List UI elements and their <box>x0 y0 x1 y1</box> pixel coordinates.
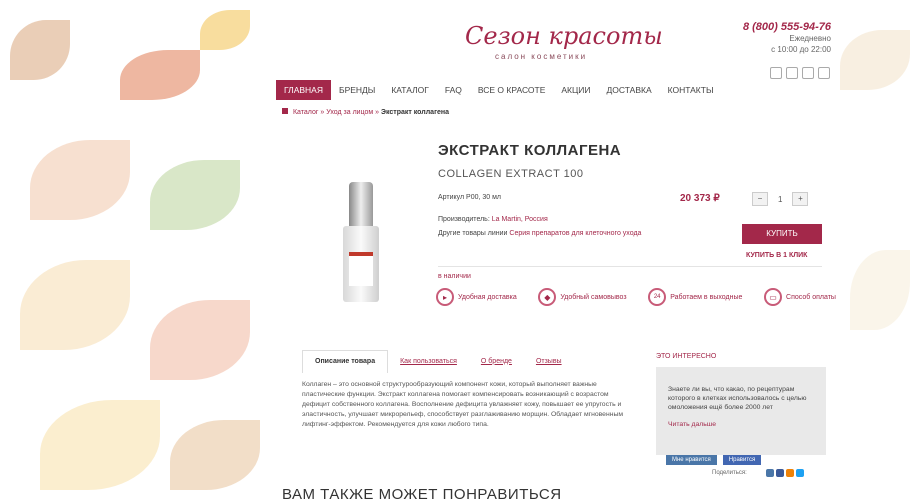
features-row: ▸ Удобная доставка ◆ Удобный самовывоз 2… <box>436 288 836 306</box>
product-article: Артикул P00, 30 мл <box>438 194 502 201</box>
bottle-label <box>349 252 373 286</box>
bag-icon: ◆ <box>538 288 557 306</box>
stock-status: в наличии <box>438 273 471 280</box>
leaf-shape <box>150 300 250 380</box>
sidebar-text: Знаете ли вы, что какао, по рецептурам к… <box>668 386 807 411</box>
social-insta-icon[interactable] <box>818 67 830 79</box>
plus-button[interactable]: + <box>792 192 809 206</box>
fb-like-button[interactable]: Нравится <box>722 455 762 465</box>
quantity-stepper: − 1 + <box>752 192 809 206</box>
leaf-shape <box>30 140 130 220</box>
manufacturer-link[interactable]: La Martin, Россия <box>492 216 548 223</box>
feature-label: Способ оплаты <box>786 293 836 301</box>
breadcrumb-link[interactable]: Уход за лицом <box>326 109 373 116</box>
leaf-shape <box>150 160 240 230</box>
share-label: Поделиться: <box>712 470 747 476</box>
product-description: Коллаген – это основной структурообразую… <box>302 381 624 428</box>
feature-label: Удобная доставка <box>458 293 517 301</box>
nav-item-promo[interactable]: Акции <box>553 80 598 100</box>
home-icon[interactable] <box>282 108 288 114</box>
header-contacts: 8 (800) 555-94-76 Ежедневно с 10:00 до 2… <box>743 22 831 55</box>
leaf-shape <box>10 20 70 80</box>
one-click-buy-link[interactable]: Купить в 1 клик <box>746 252 807 259</box>
tab-description[interactable]: Описание товара <box>302 350 389 373</box>
bottle-cap <box>349 182 373 226</box>
leaf-shape <box>40 400 160 490</box>
social-vk-icon[interactable] <box>770 67 782 79</box>
leaf-shape <box>200 10 250 50</box>
feature-label: Удобный самовывоз <box>560 293 627 301</box>
facebook-icon[interactable] <box>776 469 784 477</box>
nav-item-brands[interactable]: Бренды <box>331 80 383 100</box>
manufacturer-row: Производитель: La Martin, Россия <box>438 216 548 223</box>
tab-brand[interactable]: О бренде <box>469 351 524 373</box>
twitter-icon[interactable] <box>796 469 804 477</box>
logo-text: Сезон красоты <box>465 22 663 50</box>
divider <box>438 266 822 267</box>
product-subtitle: COLLAGEN EXTRACT 100 <box>438 168 584 180</box>
product-line-row: Другие товары линии Серия препаратов для… <box>438 230 641 237</box>
breadcrumb: Каталог » Уход за лицом » Экстракт колла… <box>282 108 449 116</box>
sidebar-title: Это интересно <box>656 353 717 360</box>
share-buttons: Мне нравится Нравится <box>666 455 762 465</box>
nav-item-faq[interactable]: FAQ <box>437 80 470 100</box>
feature-payment[interactable]: ▭ Способ оплаты <box>764 288 836 306</box>
nav-item-main[interactable]: Главная <box>276 80 331 100</box>
24-7-icon: 24 <box>648 288 667 306</box>
ok-icon[interactable] <box>786 469 794 477</box>
social-links <box>770 67 830 79</box>
product-line-link[interactable]: Серия препаратов для клеточного ухода <box>509 230 641 237</box>
social-fb-icon[interactable] <box>786 67 798 79</box>
vk-icon[interactable] <box>766 469 774 477</box>
feature-weekends[interactable]: 24 Работаем в выходные <box>648 288 742 306</box>
feature-pickup[interactable]: ◆ Удобный самовывоз <box>538 288 627 306</box>
sidebar-box: Знаете ли вы, что какао, по рецептурам к… <box>656 367 826 455</box>
breadcrumb-link[interactable]: Каталог <box>293 109 318 116</box>
leaf-shape <box>170 420 260 490</box>
truck-icon: ▸ <box>436 288 454 306</box>
feature-label: Работаем в выходные <box>670 293 743 301</box>
nav-item-delivery[interactable]: Доставка <box>599 80 660 100</box>
logo[interactable]: Сезон красоты салон косметики <box>465 18 663 66</box>
phone-number[interactable]: 8 (800) 555-94-76 <box>743 22 831 33</box>
nav-item-contacts[interactable]: Контакты <box>660 80 722 100</box>
quantity-value[interactable]: 1 <box>778 195 782 204</box>
nav-item-catalog[interactable]: Каталог <box>383 80 437 100</box>
leaf-shape <box>20 260 130 350</box>
product-price: 20 373 ₽ <box>680 193 720 204</box>
social-ok-icon[interactable] <box>802 67 814 79</box>
buy-button[interactable]: Купить <box>742 224 822 244</box>
leaf-shape <box>840 30 910 90</box>
also-like-heading: ВАМ ТАКЖЕ МОЖЕТ ПОНРАВИТЬСЯ <box>282 486 562 503</box>
leaf-shape <box>850 250 910 330</box>
minus-button[interactable]: − <box>752 192 768 206</box>
nav-item-beauty[interactable]: Все о красоте <box>470 80 554 100</box>
feature-delivery[interactable]: ▸ Удобная доставка <box>436 288 517 306</box>
bottle-body <box>343 226 379 302</box>
tab-how-to-use[interactable]: Как пользоваться <box>388 351 469 373</box>
main-nav: Главная Бренды Каталог FAQ Все о красоте… <box>276 80 826 100</box>
share-icons <box>766 469 804 477</box>
breadcrumb-current: Экстракт коллагена <box>381 109 450 116</box>
product-image[interactable] <box>343 182 379 302</box>
hours-days: Ежедневно <box>789 34 831 43</box>
vk-like-button[interactable]: Мне нравится <box>666 455 717 465</box>
hours-time: с 10:00 до 22:00 <box>771 45 831 54</box>
product-title: ЭКСТРАКТ КОЛЛАГЕНА <box>438 142 622 159</box>
card-icon: ▭ <box>764 288 783 306</box>
logo-subtitle: салон косметики <box>495 52 588 61</box>
tab-reviews[interactable]: Отзывы <box>524 351 574 373</box>
product-line-label: Другие товары линии <box>438 230 508 237</box>
leaf-shape <box>120 50 200 100</box>
read-more-link[interactable]: Читать дальше <box>668 420 814 429</box>
product-tabs: Описание товара Как пользоваться О бренд… <box>302 350 574 373</box>
manufacturer-label: Производитель: <box>438 216 490 223</box>
